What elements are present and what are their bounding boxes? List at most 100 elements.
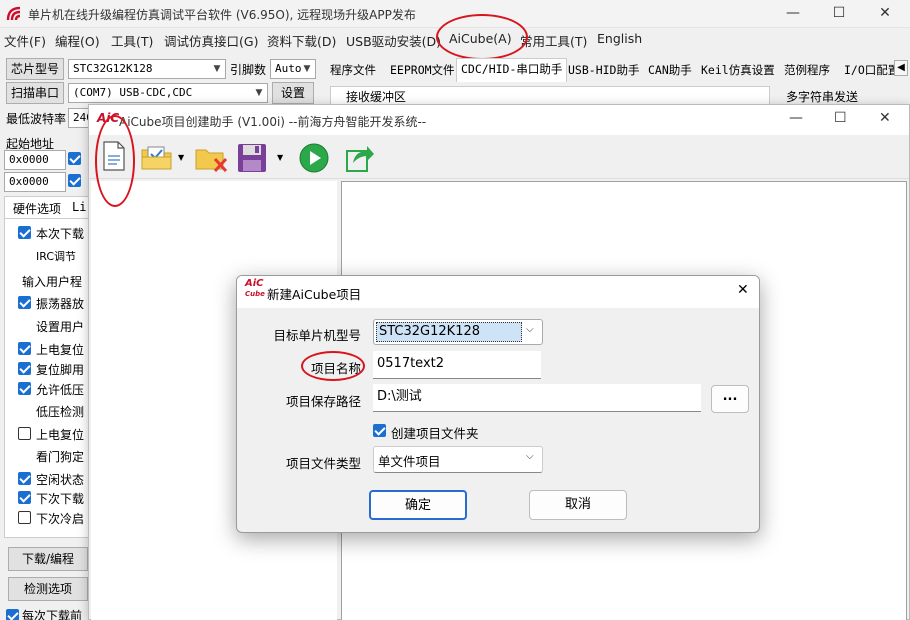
option-label: 低压检测 xyxy=(36,405,85,419)
mcu-model-select[interactable]: STC32G12K128 ⌵ xyxy=(373,319,543,345)
option-checkbox[interactable] xyxy=(18,382,31,395)
option-label: 看门狗定 xyxy=(36,450,85,464)
option-checkbox[interactable] xyxy=(18,511,31,524)
ok-button[interactable]: 确定 xyxy=(369,490,467,520)
option-checkbox[interactable] xyxy=(18,362,31,375)
logo-bottom-text: Cube xyxy=(245,290,265,298)
aicube-logo-icon: AiC Cube xyxy=(245,279,265,299)
chip-model-value: STC32G12K128 xyxy=(73,62,153,75)
tab-keil-debug[interactable]: Keil仿真设置 xyxy=(697,60,779,82)
option-checkbox[interactable] xyxy=(18,472,31,485)
tab-scroll-left-icon[interactable]: ◀ xyxy=(894,60,908,76)
start-address-input-2[interactable]: 0x0000 xyxy=(4,172,66,192)
tab-eeprom-file[interactable]: EEPROM文件 xyxy=(386,60,459,82)
close-icon[interactable]: ✕ xyxy=(737,282,749,298)
option-label: 输入用户程 xyxy=(22,275,83,289)
minimize-button[interactable]: — xyxy=(770,0,816,28)
option-checkbox[interactable] xyxy=(18,491,31,504)
tab-cdc-hid-serial[interactable]: CDC/HID-串口助手 xyxy=(456,58,568,82)
file-type-value: 单文件项目 xyxy=(378,454,441,469)
aicube-window-title: AiCube项目创建助手 (V1.00i) --前海方舟智能开发系统-- xyxy=(119,115,427,129)
checkbox[interactable] xyxy=(68,152,81,165)
tab-examples[interactable]: 范例程序 xyxy=(780,60,834,82)
menu-program[interactable]: 编程(O) xyxy=(55,31,100,50)
menu-english[interactable]: English xyxy=(597,31,642,46)
option-checkbox[interactable] xyxy=(18,427,31,440)
start-address-value-1: 0x0000 xyxy=(9,153,49,166)
menu-debug[interactable]: 调试仿真接口(G) xyxy=(164,31,258,50)
chip-model-select[interactable]: STC32G12K128 ▼ xyxy=(68,59,226,79)
menu-tools[interactable]: 工具(T) xyxy=(111,31,153,50)
mcu-model-label: 目标单片机型号 xyxy=(273,328,361,343)
create-folder-label: 创建项目文件夹 xyxy=(391,426,479,441)
baud-select[interactable]: 240 xyxy=(68,108,90,128)
dialog-titlebar: AiC Cube 新建AiCube项目 ✕ xyxy=(237,276,759,308)
menu-download[interactable]: 资料下载(D) xyxy=(267,31,336,50)
bottom-option-label: 每次下载前 xyxy=(22,609,83,620)
minimize-icon[interactable]: — xyxy=(789,110,803,126)
logo-top-text: AiC xyxy=(245,278,264,289)
project-name-input[interactable]: 0517text2 xyxy=(373,351,541,379)
maximize-icon[interactable]: ☐ xyxy=(834,110,847,126)
export-icon[interactable] xyxy=(345,143,375,173)
maximize-button[interactable]: ☐ xyxy=(816,0,862,28)
option-checkbox[interactable] xyxy=(18,296,31,309)
chevron-down-icon: ▼ xyxy=(303,64,311,74)
annotation-oval-project-name xyxy=(301,351,365,381)
com-port-select[interactable]: (COM7) USB-CDC,CDC ▼ xyxy=(68,83,268,103)
option-label: 复位脚用 xyxy=(36,363,85,377)
download-program-button[interactable]: 下载/编程 xyxy=(8,547,88,571)
multi-string-send-label: 多字符串发送 xyxy=(786,90,859,104)
menu-usb-driver[interactable]: USB驱动安装(D) xyxy=(346,31,441,50)
tab-usb-hid[interactable]: USB-HID助手 xyxy=(564,60,643,82)
receive-buffer-label: 接收缓冲区 xyxy=(346,90,407,104)
option-checkbox[interactable] xyxy=(18,342,31,355)
save-icon[interactable] xyxy=(237,143,267,173)
com-port-value: (COM7) USB-CDC,CDC xyxy=(73,86,193,99)
start-address-input-1[interactable]: 0x0000 xyxy=(4,150,66,170)
tab-li-label[interactable]: Li xyxy=(72,200,86,214)
app-logo-icon xyxy=(6,6,21,21)
chip-model-button[interactable]: 芯片型号 xyxy=(6,58,64,80)
annotation-oval-aicube-menu xyxy=(436,14,528,60)
start-address-value-2: 0x0000 xyxy=(9,175,49,188)
cancel-button[interactable]: 取消 xyxy=(529,490,627,520)
run-icon[interactable] xyxy=(299,143,329,173)
option-label: 上电复位 xyxy=(36,428,85,442)
menu-common-tools[interactable]: 常用工具(T) xyxy=(520,31,587,50)
detect-options-button[interactable]: 检测选项 xyxy=(8,577,88,601)
close-icon[interactable]: ✕ xyxy=(879,110,891,126)
file-type-label: 项目文件类型 xyxy=(285,456,361,471)
checkbox[interactable] xyxy=(6,609,19,620)
pin-count-value: Auto xyxy=(275,62,302,75)
aicube-window-titlebar: AiC AiCube项目创建助手 (V1.00i) --前海方舟智能开发系统--… xyxy=(89,105,909,135)
browse-button[interactable]: ... xyxy=(711,385,749,413)
file-type-select[interactable]: 单文件项目 ⌵ xyxy=(373,446,543,473)
chevron-down-icon[interactable]: ▼ xyxy=(277,153,283,162)
app-title: 单片机在线升级编程仿真调试平台软件 (V6.95O), 远程现场升级APP发布 xyxy=(28,8,416,22)
option-label: 空闲状态 xyxy=(36,473,85,487)
annotation-oval-new-file xyxy=(95,115,135,207)
chevron-down-icon: ⌵ xyxy=(526,451,534,462)
option-label: 下次冷启 xyxy=(36,512,85,526)
menu-file[interactable]: 文件(F) xyxy=(4,31,46,50)
scan-port-button[interactable]: 扫描串口 xyxy=(6,82,64,104)
tab-can[interactable]: CAN助手 xyxy=(644,60,696,82)
chevron-down-icon: ⌵ xyxy=(526,324,534,335)
open-folder-icon[interactable] xyxy=(141,145,175,171)
tab-program-file[interactable]: 程序文件 xyxy=(326,60,380,82)
settings-button[interactable]: 设置 xyxy=(272,82,314,104)
chevron-down-icon[interactable]: ▼ xyxy=(178,153,184,162)
delete-folder-icon[interactable] xyxy=(195,145,229,173)
create-folder-checkbox[interactable] xyxy=(373,424,386,437)
option-label: 上电复位 xyxy=(36,343,85,357)
pin-count-select[interactable]: Auto ▼ xyxy=(270,59,316,79)
option-label: IRC调节 xyxy=(36,250,77,263)
close-button[interactable]: ✕ xyxy=(862,0,908,28)
option-checkbox[interactable] xyxy=(18,226,31,239)
save-path-label: 项目保存路径 xyxy=(285,394,361,409)
option-label: 本次下载 xyxy=(36,227,85,241)
checkbox[interactable] xyxy=(68,174,81,187)
mcu-model-value: STC32G12K128 xyxy=(376,322,522,342)
save-path-input[interactable]: D:\测试 xyxy=(373,384,701,412)
